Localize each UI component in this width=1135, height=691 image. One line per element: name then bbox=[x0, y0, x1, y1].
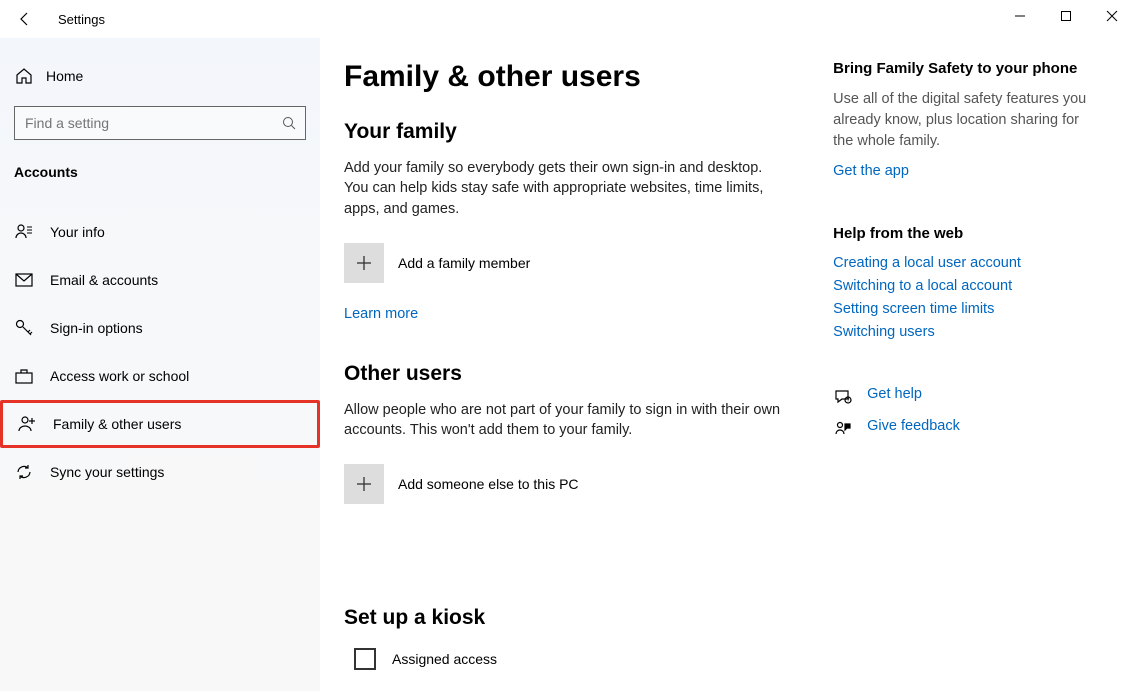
assigned-access-button[interactable]: Assigned access bbox=[344, 648, 803, 670]
home-label: Home bbox=[46, 68, 83, 84]
back-button[interactable] bbox=[10, 4, 40, 34]
help-link[interactable]: Switching to a local account bbox=[833, 278, 1012, 294]
safety-desc: Use all of the digital safety features y… bbox=[833, 89, 1101, 152]
sidebar-item-family-users[interactable]: Family & other users bbox=[0, 400, 320, 448]
add-family-label: Add a family member bbox=[398, 255, 530, 271]
feedback-icon bbox=[833, 419, 853, 439]
help-link[interactable]: Switching users bbox=[833, 324, 935, 340]
get-app-link[interactable]: Get the app bbox=[833, 163, 909, 179]
sidebar: Home Accounts Your info bbox=[0, 38, 320, 691]
content-pane: Family & other users Your family Add you… bbox=[344, 60, 803, 691]
titlebar: Settings bbox=[0, 0, 1135, 38]
svg-text:?: ? bbox=[847, 398, 850, 404]
maximize-button[interactable] bbox=[1043, 0, 1089, 32]
close-button[interactable] bbox=[1089, 0, 1135, 32]
kiosk-heading: Set up a kiosk bbox=[344, 606, 803, 630]
search-input[interactable] bbox=[15, 115, 273, 131]
sidebar-item-work-school[interactable]: Access work or school bbox=[0, 352, 320, 400]
sidebar-item-label: Access work or school bbox=[50, 368, 189, 384]
add-other-user-button[interactable]: Add someone else to this PC bbox=[344, 464, 803, 504]
plus-icon bbox=[344, 243, 384, 283]
sidebar-item-label: Email & accounts bbox=[50, 272, 158, 288]
sidebar-item-label: Sync your settings bbox=[50, 464, 164, 480]
sidebar-item-your-info[interactable]: Your info bbox=[0, 208, 320, 256]
add-other-label: Add someone else to this PC bbox=[398, 476, 579, 492]
sidebar-item-signin-options[interactable]: Sign-in options bbox=[0, 304, 320, 352]
other-users-desc: Allow people who are not part of your fa… bbox=[344, 400, 784, 441]
sync-icon bbox=[14, 462, 34, 482]
assigned-access-label: Assigned access bbox=[392, 651, 497, 667]
learn-more-link[interactable]: Learn more bbox=[344, 306, 418, 322]
people-add-icon bbox=[17, 414, 37, 434]
home-icon bbox=[14, 66, 34, 86]
add-family-member-button[interactable]: Add a family member bbox=[344, 243, 803, 283]
webhelp-heading: Help from the web bbox=[833, 225, 1101, 242]
other-users-heading: Other users bbox=[344, 362, 803, 386]
sidebar-item-label: Sign-in options bbox=[50, 320, 143, 336]
key-icon bbox=[14, 318, 34, 338]
give-feedback-link[interactable]: Give feedback bbox=[867, 418, 960, 434]
sidebar-group-title: Accounts bbox=[0, 164, 320, 180]
safety-heading: Bring Family Safety to your phone bbox=[833, 60, 1101, 77]
sidebar-item-label: Family & other users bbox=[53, 416, 181, 432]
sidebar-item-sync-settings[interactable]: Sync your settings bbox=[0, 448, 320, 496]
minimize-button[interactable] bbox=[997, 0, 1043, 32]
search-box[interactable] bbox=[14, 106, 306, 140]
person-icon bbox=[14, 222, 34, 242]
help-link[interactable]: Creating a local user account bbox=[833, 255, 1021, 271]
window-title: Settings bbox=[58, 12, 105, 27]
family-desc: Add your family so everybody gets their … bbox=[344, 158, 784, 219]
get-help-link[interactable]: Get help bbox=[867, 386, 922, 402]
aside-pane: Bring Family Safety to your phone Use al… bbox=[833, 60, 1101, 691]
page-title: Family & other users bbox=[344, 60, 803, 94]
sidebar-item-email-accounts[interactable]: Email & accounts bbox=[0, 256, 320, 304]
help-link[interactable]: Setting screen time limits bbox=[833, 301, 994, 317]
search-icon bbox=[273, 116, 305, 130]
checkbox-icon bbox=[354, 648, 376, 670]
family-heading: Your family bbox=[344, 120, 803, 144]
home-link[interactable]: Home bbox=[0, 56, 320, 96]
help-icon: ? bbox=[833, 387, 853, 407]
sidebar-item-label: Your info bbox=[50, 224, 105, 240]
mail-icon bbox=[14, 270, 34, 290]
plus-icon bbox=[344, 464, 384, 504]
briefcase-icon bbox=[14, 366, 34, 386]
